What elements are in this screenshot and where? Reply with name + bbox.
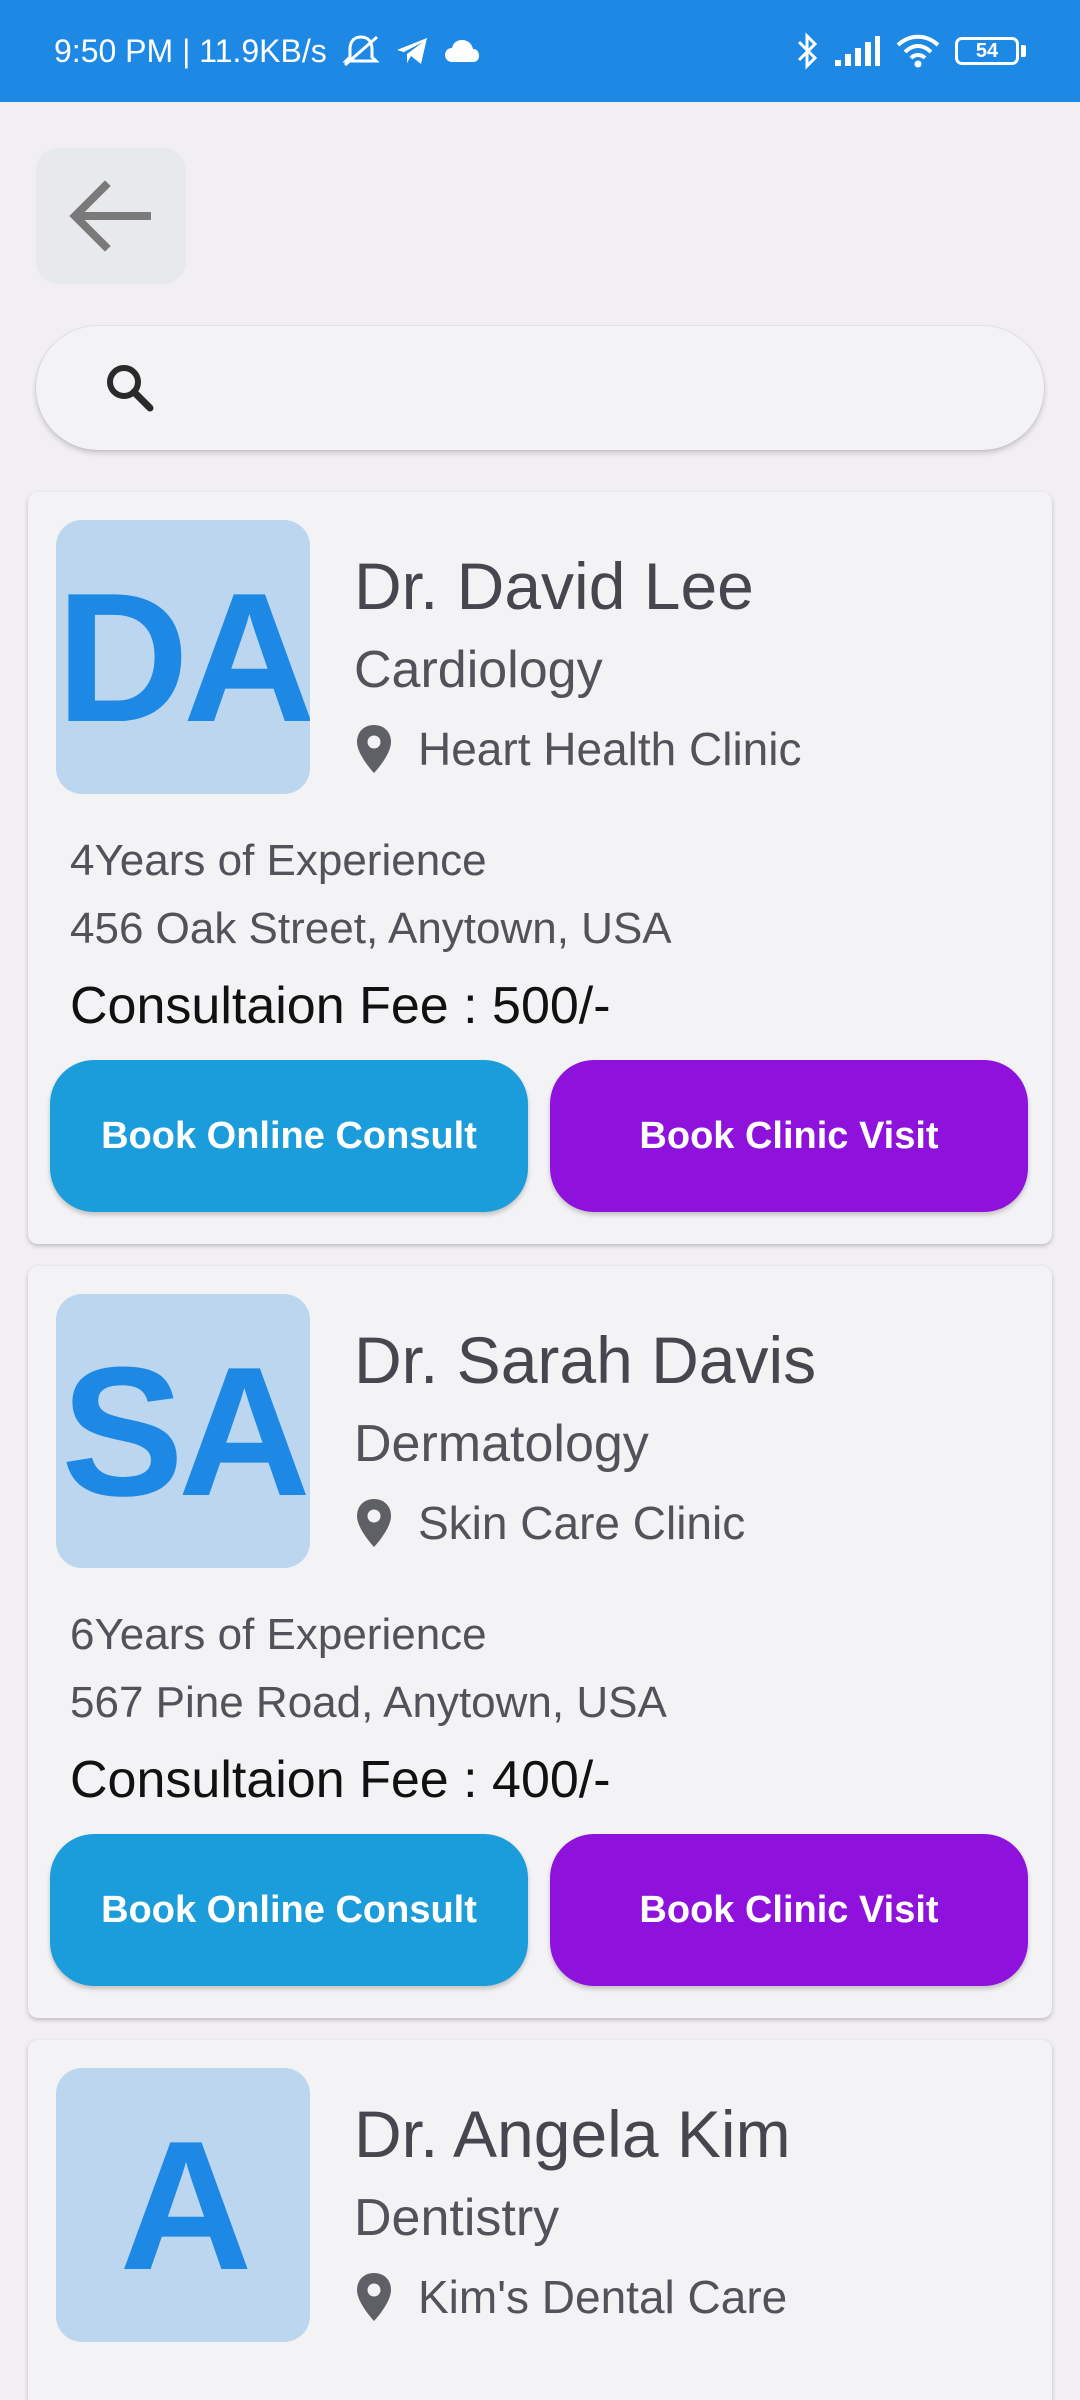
doctor-name: Dr. David Lee	[354, 549, 754, 623]
clinic-name: Kim's Dental Care	[418, 2271, 788, 2323]
doctor-specialty: Dermatology	[354, 1415, 649, 1473]
bluetooth-icon	[795, 32, 819, 70]
arrow-left-icon	[69, 180, 151, 252]
doctor-card: A Dr. Angela Kim Dentistry Kim's Dental …	[28, 2040, 1052, 2400]
battery-level: 54	[955, 37, 1019, 65]
doctor-card: DA Dr. David Lee Cardiology Heart Health…	[28, 492, 1052, 1244]
telegram-icon	[395, 36, 429, 66]
doctor-specialty: Dentistry	[354, 2189, 560, 2247]
doctor-experience: 6Years of Experience	[70, 1610, 487, 1659]
status-time: 9:50 PM | 11.9KB/s	[54, 32, 327, 69]
consultation-fee: Consultaion Fee : 500/-	[70, 977, 611, 1035]
book-online-consult-button[interactable]: Book Online Consult	[50, 1060, 528, 1212]
mute-icon	[341, 33, 381, 69]
consultation-fee: Consultaion Fee : 400/-	[70, 1751, 611, 1809]
back-button[interactable]	[36, 148, 186, 284]
book-online-consult-button[interactable]: Book Online Consult	[50, 1834, 528, 1986]
battery-icon: 54	[955, 37, 1026, 65]
cloud-icon	[443, 38, 481, 64]
doctor-avatar: A	[56, 2068, 310, 2342]
book-clinic-visit-button[interactable]: Book Clinic Visit	[550, 1060, 1028, 1212]
doctor-clinic: Skin Care Clinic	[354, 1496, 745, 1550]
clinic-name: Skin Care Clinic	[418, 1497, 746, 1549]
wifi-icon	[895, 34, 941, 68]
doctor-avatar: DA	[56, 520, 310, 794]
status-left: 9:50 PM | 11.9KB/s	[54, 33, 481, 70]
doctor-address: 567 Pine Road, Anytown, USA	[70, 1678, 667, 1727]
location-pin-icon	[357, 1499, 391, 1547]
doctor-name: Dr. Angela Kim	[354, 2097, 791, 2171]
status-bar: 9:50 PM | 11.9KB/s 54	[0, 0, 1080, 102]
doctor-clinic: Kim's Dental Care	[354, 2270, 787, 2324]
signal-icon	[833, 34, 881, 68]
location-pin-icon	[357, 725, 391, 773]
doctor-address: 456 Oak Street, Anytown, USA	[70, 904, 672, 953]
doctor-clinic: Heart Health Clinic	[354, 722, 801, 776]
doctor-experience: 4Years of Experience	[70, 836, 487, 885]
search-input[interactable]	[182, 365, 1002, 411]
book-clinic-visit-button[interactable]: Book Clinic Visit	[550, 1834, 1028, 1986]
status-right: 54	[795, 32, 1026, 70]
search-icon	[107, 365, 154, 412]
clinic-name: Heart Health Clinic	[418, 723, 802, 775]
location-pin-icon	[357, 2273, 391, 2321]
doctor-avatar: SA	[56, 1294, 310, 1568]
search-bar[interactable]	[36, 326, 1044, 450]
doctor-specialty: Cardiology	[354, 641, 603, 699]
doctor-name: Dr. Sarah Davis	[354, 1323, 817, 1397]
doctor-card: SA Dr. Sarah Davis Dermatology Skin Care…	[28, 1266, 1052, 2018]
